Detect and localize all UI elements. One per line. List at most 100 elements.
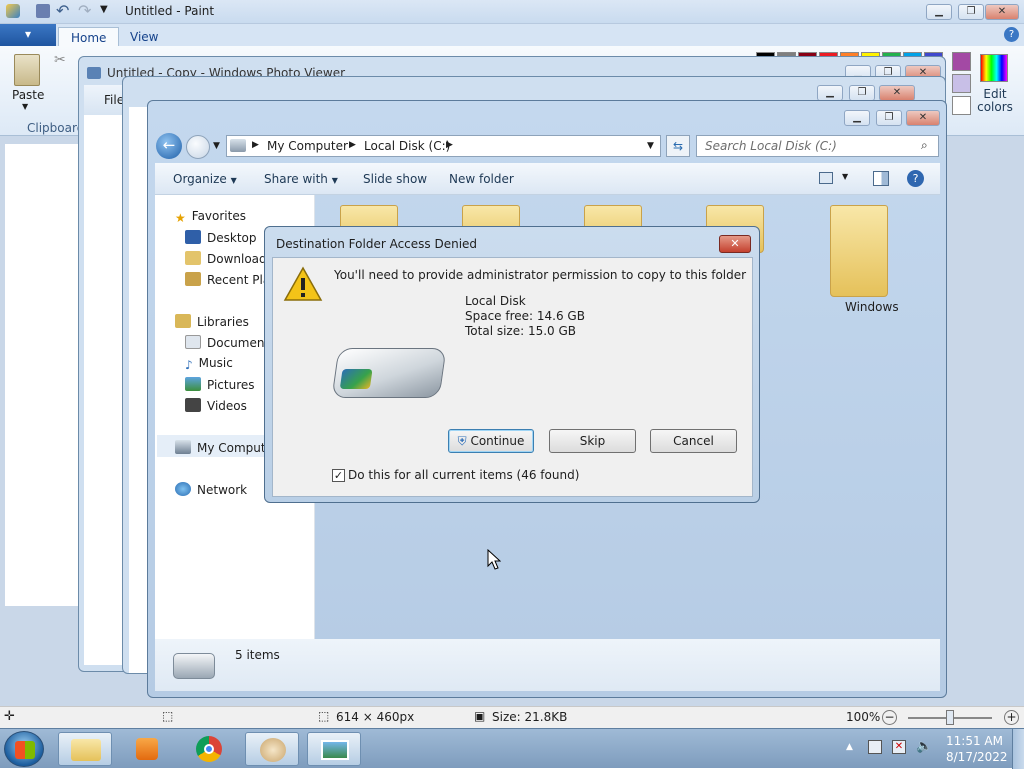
paste-button[interactable]: Paste: [12, 88, 44, 102]
organize-dropdown-icon: ▼: [230, 176, 237, 185]
clock-time[interactable]: 11:51 AM: [946, 734, 1003, 748]
nav-pictures[interactable]: Pictures: [185, 377, 255, 392]
recent-pages-dropdown[interactable]: ▼: [213, 141, 220, 151]
bg-window-minimize[interactable]: ▁: [817, 85, 843, 101]
paint-palette-icon: [260, 738, 286, 762]
search-input[interactable]: Search Local Disk (C:) ⌕: [696, 135, 939, 157]
bg-window-close[interactable]: ✕: [879, 85, 915, 101]
redo-icon[interactable]: ↷: [78, 1, 91, 20]
back-button[interactable]: ←: [156, 133, 182, 159]
address-bar[interactable]: ▶ My Computer ▶ Local Disk (C:) ▶ ▼: [226, 135, 661, 157]
folder-windows-icon[interactable]: [830, 205, 888, 297]
breadcrumb-local-disk[interactable]: Local Disk (C:): [364, 139, 450, 153]
clock-date[interactable]: 8/17/2022: [946, 750, 1008, 764]
new-folder-button[interactable]: New folder: [449, 172, 514, 186]
my-computer-icon: [175, 440, 191, 454]
edit-colors-button[interactable]: Edit colors: [976, 88, 1014, 114]
star-icon: ★: [175, 211, 186, 225]
color-lavender[interactable]: [952, 74, 971, 93]
clipboard-group-label: Clipboard: [27, 121, 85, 135]
nav-downloads[interactable]: Downloads: [185, 251, 273, 266]
explorer-restore[interactable]: ❐: [876, 110, 902, 126]
taskbar-media-player[interactable]: [120, 732, 174, 766]
windows-logo-icon: [339, 369, 373, 389]
paint-app-icon: [6, 4, 20, 18]
cut-icon[interactable]: ✂: [54, 52, 66, 68]
search-icon[interactable]: ⌕: [921, 138, 928, 153]
zoom-out-button[interactable]: −: [882, 710, 897, 725]
paint-window-title: Untitled - Paint: [125, 4, 215, 18]
share-with-dropdown-icon: ▼: [331, 176, 338, 185]
nav-network[interactable]: Network: [175, 482, 247, 497]
edit-colors-icon[interactable]: [980, 54, 1008, 82]
command-bar: Organize ▼ Share with ▼ Slide show New f…: [155, 163, 940, 195]
zoom-slider-thumb[interactable]: [946, 710, 954, 725]
slide-show-button[interactable]: Slide show: [363, 172, 427, 186]
nav-desktop-label: Desktop: [207, 231, 257, 245]
preview-pane-icon[interactable]: [873, 171, 889, 186]
cancel-button[interactable]: Cancel: [650, 429, 737, 453]
explorer-close[interactable]: ✕: [906, 110, 940, 126]
explorer-help-icon[interactable]: ?: [907, 170, 924, 187]
nav-my-computer[interactable]: My Computer: [175, 440, 278, 455]
show-hidden-icons[interactable]: ▲: [846, 742, 853, 752]
minimize-button[interactable]: ▁: [926, 4, 952, 20]
nav-music[interactable]: ♪ Music: [185, 356, 233, 372]
save-icon[interactable]: [36, 4, 50, 18]
paste-icon[interactable]: [14, 54, 40, 86]
dialog-body: You'll need to provide administrator per…: [272, 257, 753, 497]
breadcrumb-arrow-icon[interactable]: ▶: [252, 140, 259, 150]
breadcrumb-my-computer[interactable]: My Computer: [267, 139, 348, 153]
zoom-level: 100%: [846, 710, 881, 724]
help-icon[interactable]: ?: [1004, 27, 1019, 42]
undo-icon[interactable]: ↶: [56, 1, 69, 20]
nav-favorites[interactable]: ★ Favorites: [175, 209, 246, 225]
folder-windows-label[interactable]: Windows: [845, 300, 899, 314]
taskbar-paint[interactable]: [245, 732, 299, 766]
organize-button[interactable]: Organize ▼: [173, 172, 237, 186]
apply-all-checkbox[interactable]: ✓: [332, 469, 345, 482]
action-center-icon[interactable]: ✕: [892, 740, 906, 754]
taskbar-explorer[interactable]: [58, 732, 112, 766]
paste-dropdown-icon[interactable]: ▼: [22, 102, 28, 111]
breadcrumb-arrow-icon[interactable]: ▶: [446, 140, 453, 150]
taskbar-photo-viewer[interactable]: [307, 732, 361, 766]
nav-videos[interactable]: Videos: [185, 398, 247, 413]
customize-toolbar-icon[interactable]: ▼: [100, 4, 108, 15]
color-purple[interactable]: [952, 52, 971, 71]
explorer-minimize[interactable]: ▁: [844, 110, 870, 126]
close-button[interactable]: ✕: [985, 4, 1019, 20]
share-with-button[interactable]: Share with ▼: [264, 172, 338, 186]
nav-documents[interactable]: Documents: [185, 335, 275, 350]
address-dropdown-icon[interactable]: ▼: [647, 141, 654, 151]
view-dropdown-icon[interactable]: ▼: [842, 172, 848, 181]
taskbar-chrome[interactable]: [182, 732, 236, 766]
videos-icon: [185, 398, 201, 412]
paint-status-bar: ✛ ⬚ ⬚ 614 × 460px ▣ Size: 21.8KB 100% − …: [0, 706, 1024, 728]
cursor-position-icon: ✛: [4, 709, 15, 724]
restore-button[interactable]: ❐: [958, 4, 984, 20]
show-desktop-button[interactable]: [1012, 729, 1024, 769]
continue-button[interactable]: ⛨ Continue: [448, 429, 534, 453]
share-with-label: Share with: [264, 172, 328, 186]
color-white[interactable]: [952, 96, 971, 115]
forward-button[interactable]: [186, 135, 210, 159]
refresh-button[interactable]: ⇆: [666, 135, 690, 157]
network-tray-icon[interactable]: [868, 740, 882, 754]
start-button[interactable]: [4, 731, 44, 767]
nav-desktop[interactable]: Desktop: [185, 230, 257, 245]
taskbar: ▲ ✕ 🔈 11:51 AM 8/17/2022: [0, 728, 1024, 769]
paint-menu-button[interactable]: ▾: [0, 24, 56, 46]
nav-libraries[interactable]: Libraries: [175, 314, 249, 329]
zoom-in-button[interactable]: +: [1004, 710, 1019, 725]
tab-home[interactable]: Home: [58, 27, 120, 46]
volume-icon[interactable]: 🔈: [916, 739, 932, 754]
change-view-icon[interactable]: [819, 172, 833, 184]
media-player-icon: [136, 738, 158, 760]
apply-all-label[interactable]: Do this for all current items (46 found): [348, 468, 579, 482]
breadcrumb-arrow-icon[interactable]: ▶: [349, 140, 356, 150]
tab-view[interactable]: View: [118, 27, 170, 46]
dialog-close-button[interactable]: ✕: [719, 235, 751, 253]
skip-button[interactable]: Skip: [549, 429, 636, 453]
bg-window-restore[interactable]: ❐: [849, 85, 875, 101]
